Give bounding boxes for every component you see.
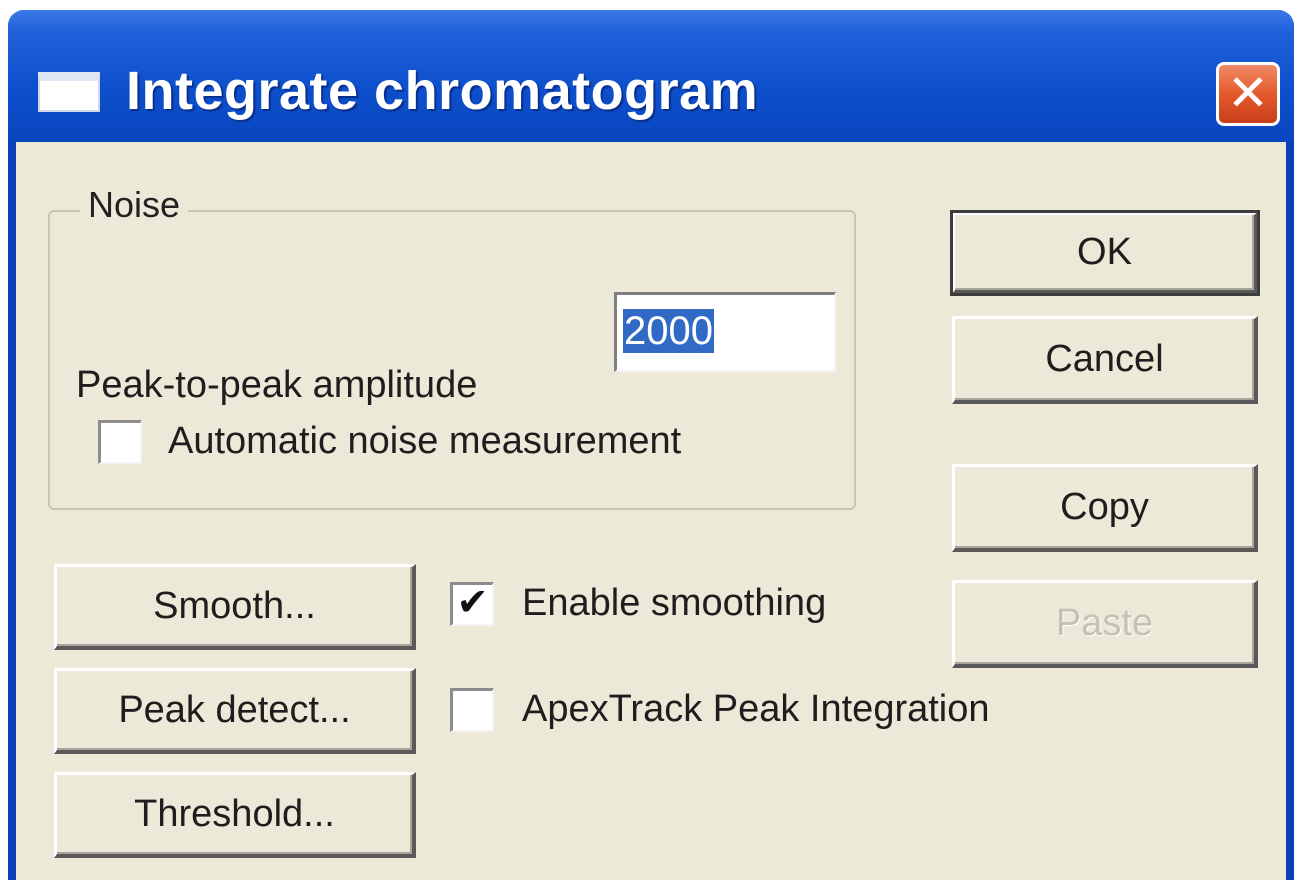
window-icon	[38, 72, 100, 112]
close-icon: ✕	[1227, 65, 1269, 121]
enable-smoothing-checkbox[interactable]: ✔	[450, 582, 494, 626]
check-icon: ✔	[456, 582, 489, 624]
apextrack-label[interactable]: ApexTrack Peak Integration	[522, 688, 990, 731]
smooth-button[interactable]: Smooth...	[54, 564, 416, 650]
amplitude-label: Peak-to-peak amplitude	[76, 364, 478, 406]
automatic-noise-checkbox[interactable]	[98, 420, 142, 464]
window-title: Integrate chromatogram	[126, 61, 759, 121]
apextrack-checkbox[interactable]	[450, 688, 494, 732]
title-bar[interactable]: Integrate chromatogram ✕	[8, 10, 1294, 142]
ok-button[interactable]: OK	[950, 210, 1260, 296]
close-button[interactable]: ✕	[1216, 62, 1280, 126]
noise-group-legend: Noise	[80, 184, 189, 226]
enable-smoothing-label[interactable]: Enable smoothing	[522, 582, 826, 625]
amplitude-input-value: 2000	[623, 309, 714, 353]
cancel-button[interactable]: Cancel	[952, 316, 1258, 404]
dialog-body: Noise Peak-to-peak amplitude 2000 Automa…	[16, 142, 1286, 880]
threshold-button[interactable]: Threshold...	[54, 772, 416, 858]
dialog-window: Integrate chromatogram ✕ Noise Peak-to-p…	[8, 10, 1294, 880]
peak-detect-button[interactable]: Peak detect...	[54, 668, 416, 754]
paste-button: Paste	[952, 580, 1258, 668]
amplitude-input[interactable]: 2000	[614, 292, 836, 372]
automatic-noise-label[interactable]: Automatic noise measurement	[168, 420, 681, 463]
copy-button[interactable]: Copy	[952, 464, 1258, 552]
